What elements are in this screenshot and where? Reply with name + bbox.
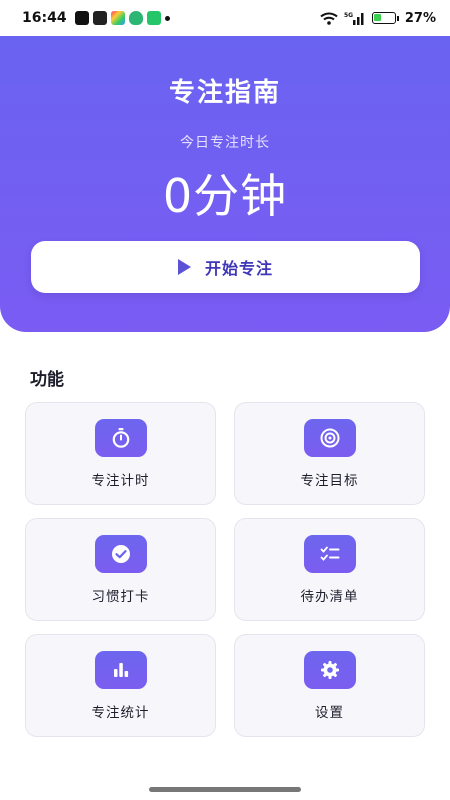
status-bar: 16:44 5G 27% bbox=[0, 0, 450, 36]
tiktok-icon bbox=[92, 11, 107, 25]
battery-icon bbox=[371, 12, 396, 24]
feature-label: 专注统计 bbox=[91, 704, 150, 721]
signal-icon: 5G bbox=[344, 12, 364, 25]
start-focus-button[interactable]: 开始专注 bbox=[31, 241, 420, 293]
feature-card-habit-checkin[interactable]: 习惯打卡 bbox=[25, 518, 216, 621]
hero-header: 专注指南 今日专注时长 0分钟 开始专注 bbox=[0, 36, 450, 332]
feature-label: 习惯打卡 bbox=[91, 588, 150, 605]
notification-icons bbox=[74, 11, 170, 25]
network-label: 5G bbox=[344, 12, 353, 19]
section-title: 功能 bbox=[30, 370, 64, 390]
status-time: 16:44 bbox=[22, 10, 67, 26]
page-title: 专注指南 bbox=[168, 78, 281, 108]
stopwatch-icon bbox=[94, 418, 147, 457]
start-focus-label: 开始专注 bbox=[204, 259, 273, 278]
feature-card-settings[interactable]: 设置 bbox=[234, 634, 425, 737]
shield-icon bbox=[128, 11, 143, 25]
feature-label: 专注目标 bbox=[300, 472, 359, 489]
feature-label: 待办清单 bbox=[300, 588, 359, 605]
gear-icon bbox=[303, 650, 356, 689]
play-icon bbox=[177, 259, 191, 275]
feature-card-todo-list[interactable]: 待办清单 bbox=[234, 518, 425, 621]
feature-card-focus-goal[interactable]: 专注目标 bbox=[234, 402, 425, 505]
feature-grid: 专注计时 专注目标 习惯打卡 待办清单 专注统计 设置 bbox=[25, 402, 425, 737]
tiktok-icon bbox=[74, 11, 89, 25]
message-icon bbox=[146, 11, 161, 25]
checklist-icon bbox=[303, 534, 356, 573]
check-circle-icon bbox=[94, 534, 147, 573]
battery-percent: 27% bbox=[404, 10, 436, 26]
wifi-icon bbox=[320, 12, 338, 25]
feature-card-focus-timer[interactable]: 专注计时 bbox=[25, 402, 216, 505]
target-icon bbox=[303, 418, 356, 457]
feature-label: 专注计时 bbox=[91, 472, 150, 489]
status-right: 5G 27% bbox=[320, 11, 436, 26]
feature-card-focus-stats[interactable]: 专注统计 bbox=[25, 634, 216, 737]
more-dot-icon bbox=[164, 15, 170, 21]
home-indicator[interactable] bbox=[149, 787, 301, 792]
bar-chart-icon bbox=[94, 650, 147, 689]
photos-icon bbox=[110, 11, 125, 25]
today-focus-value: 0分钟 bbox=[162, 169, 288, 223]
today-focus-label: 今日专注时长 bbox=[180, 135, 270, 151]
feature-label: 设置 bbox=[315, 704, 344, 721]
